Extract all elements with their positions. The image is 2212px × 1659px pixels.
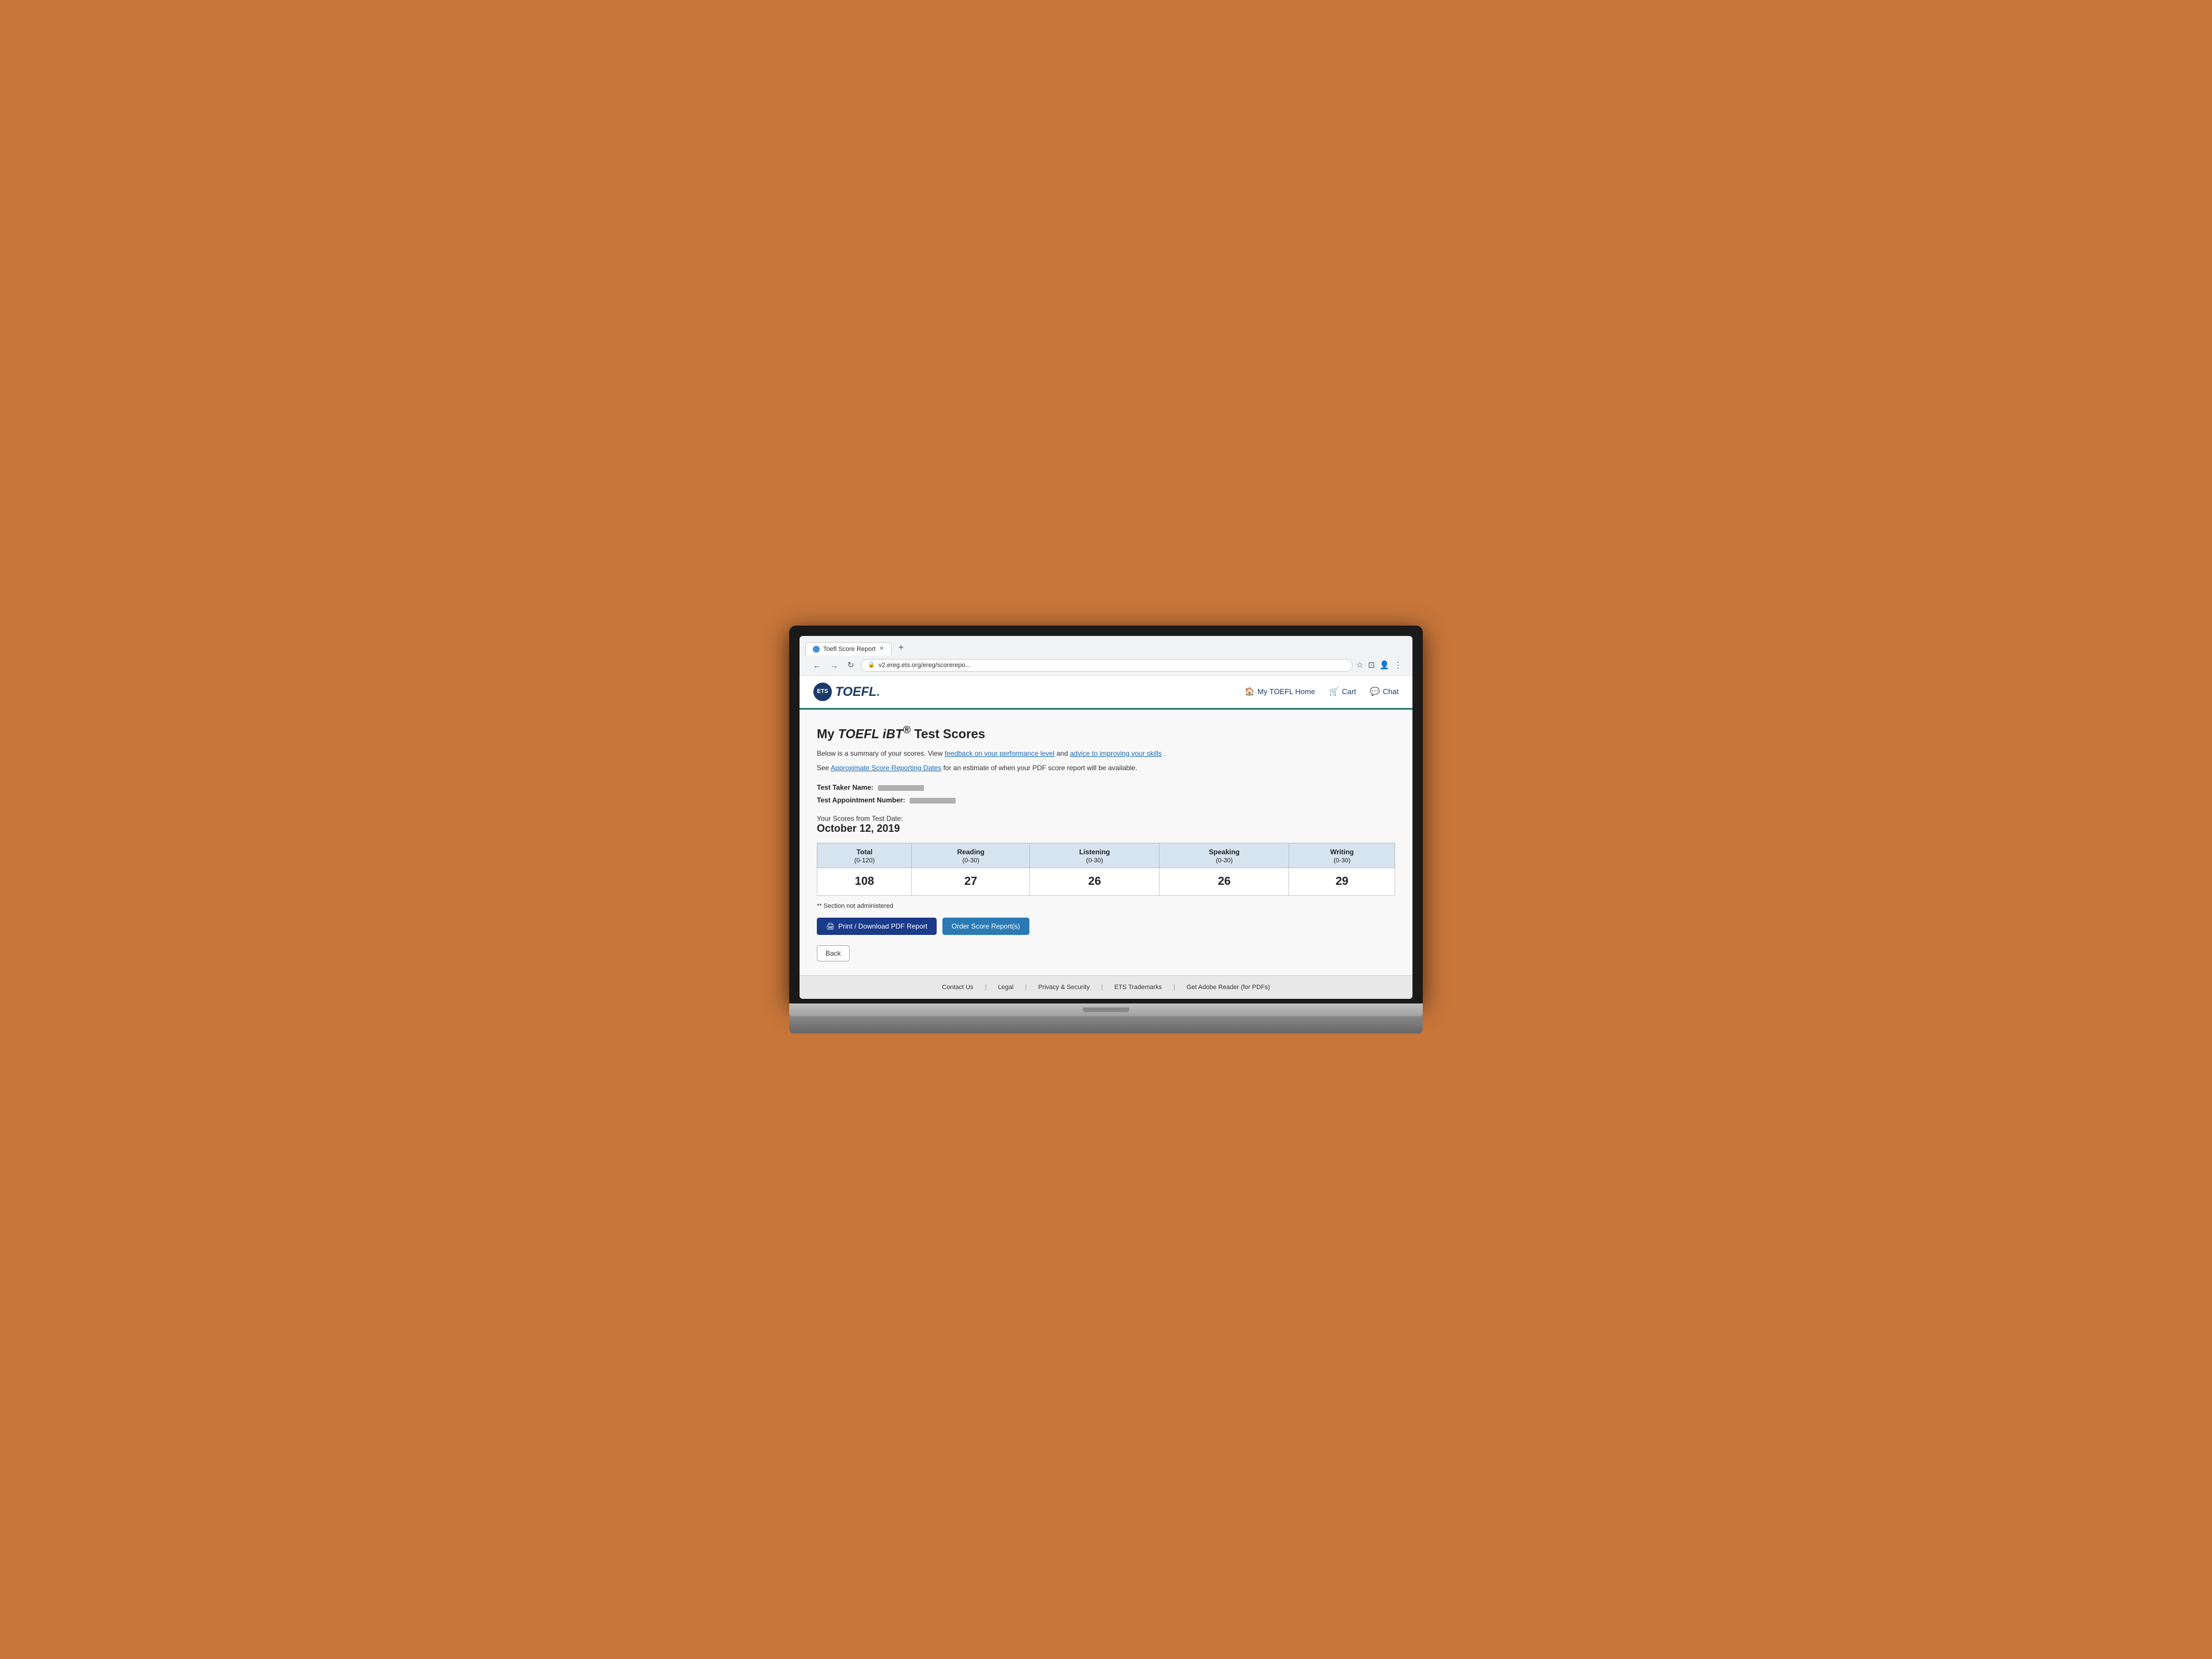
tab-favicon <box>813 646 820 653</box>
score-speaking: 26 <box>1160 868 1289 896</box>
chat-icon: 💬 <box>1370 687 1380 696</box>
score-reporting-dates-link[interactable]: Approximate Score Reporting Dates <box>831 764 941 772</box>
browser-chrome: Toefl Score Report ✕ + ← → ↻ 🔒 v2.ereg.e… <box>800 636 1412 676</box>
print-icon: 🖨 <box>826 922 835 930</box>
test-date-value: October 12, 2019 <box>817 823 1395 835</box>
ets-logo: ETS TOEFL. <box>813 683 880 701</box>
laptop-notch <box>1083 1007 1129 1012</box>
url-text: v2.ereg.ets.org/ereg/scorerepo... <box>878 662 971 669</box>
cart-icon: 🛒 <box>1329 687 1339 696</box>
score-row: 108 27 26 26 29 <box>817 868 1395 896</box>
lock-icon: 🔒 <box>868 662 875 668</box>
footer-ets-trademarks[interactable]: ETS Trademarks <box>1114 984 1162 991</box>
score-listening: 26 <box>1030 868 1160 896</box>
browser-toolbar: ← → ↻ 🔒 v2.ereg.ets.org/ereg/scorerepo..… <box>805 656 1407 675</box>
ets-badge: ETS <box>813 683 832 701</box>
forward-button[interactable]: → <box>827 660 841 671</box>
feedback-link[interactable]: feedback on your performance level <box>945 749 1055 757</box>
test-date-label: Your Scores from Test Date: <box>817 815 1395 823</box>
site-nav: 🏠 My TOEFL Home 🛒 Cart 💬 Chat <box>1244 687 1399 696</box>
main-content: My TOEFL iBT® Test Scores Below is a sum… <box>800 710 1412 976</box>
footer-privacy-security[interactable]: Privacy & Security <box>1038 984 1089 991</box>
advice-link[interactable]: advice to improving your skills <box>1070 749 1161 757</box>
score-reading: 27 <box>912 868 1030 896</box>
toefl-logo-text: TOEFL. <box>835 684 880 699</box>
tab-title: Toefl Score Report <box>823 646 876 653</box>
test-taker-value <box>878 785 924 791</box>
new-tab-button[interactable]: + <box>894 641 908 656</box>
appointment-value <box>910 798 956 804</box>
description-1: Below is a summary of your scores. View … <box>817 748 1395 759</box>
back-button[interactable]: ← <box>810 660 824 671</box>
action-buttons: 🖨 Print / Download PDF Report Order Scor… <box>817 918 1395 935</box>
footer-adobe-reader[interactable]: Get Adobe Reader (for PDFs) <box>1187 984 1270 991</box>
print-download-button[interactable]: 🖨 Print / Download PDF Report <box>817 918 937 935</box>
nav-chat-label: Chat <box>1383 687 1399 696</box>
address-bar[interactable]: 🔒 v2.ereg.ets.org/ereg/scorerepo... <box>861 659 1353 672</box>
back-button[interactable]: Back <box>817 945 850 961</box>
col-listening: Listening (0-30) <box>1030 843 1160 868</box>
nav-my-toefl-home[interactable]: 🏠 My TOEFL Home <box>1244 687 1315 696</box>
scores-table: Total (0-120) Reading (0-30) Listening (… <box>817 843 1395 896</box>
col-speaking: Speaking (0-30) <box>1160 843 1289 868</box>
score-total: 108 <box>817 868 912 896</box>
extensions-icon[interactable]: ⊡ <box>1368 660 1375 670</box>
tab-close-button[interactable]: ✕ <box>879 646 884 652</box>
col-total: Total (0-120) <box>817 843 912 868</box>
nav-chat[interactable]: 💬 Chat <box>1370 687 1399 696</box>
refresh-button[interactable]: ↻ <box>844 659 857 671</box>
test-taker-name: Test Taker Name: <box>817 782 1395 794</box>
browser-tabs: Toefl Score Report ✕ + <box>805 641 1407 656</box>
site-header: ETS TOEFL. 🏠 My TOEFL Home 🛒 Cart <box>800 676 1412 710</box>
browser-window: Toefl Score Report ✕ + ← → ↻ 🔒 v2.ereg.e… <box>800 636 1412 999</box>
col-writing: Writing (0-30) <box>1289 843 1395 868</box>
test-appointment-number: Test Appointment Number: <box>817 794 1395 807</box>
page-title: My TOEFL iBT® Test Scores <box>817 724 1395 741</box>
active-tab[interactable]: Toefl Score Report ✕ <box>805 642 892 656</box>
home-icon: 🏠 <box>1244 687 1254 696</box>
bookmark-icon[interactable]: ☆ <box>1356 660 1363 670</box>
score-writing: 29 <box>1289 868 1395 896</box>
description-2: See Approximate Score Reporting Dates fo… <box>817 763 1395 774</box>
profile-icon[interactable]: 👤 <box>1380 660 1389 670</box>
order-score-report-button[interactable]: Order Score Report(s) <box>942 918 1029 935</box>
page-footer: Contact Us | Legal | Privacy & Security … <box>800 975 1412 999</box>
section-note: ** Section not administered <box>817 903 1395 910</box>
laptop-keyboard <box>789 1016 1423 1033</box>
nav-my-toefl-home-label: My TOEFL Home <box>1257 687 1315 696</box>
nav-cart[interactable]: 🛒 Cart <box>1329 687 1356 696</box>
nav-cart-label: Cart <box>1342 687 1357 696</box>
footer-legal[interactable]: Legal <box>998 984 1014 991</box>
test-info: Test Taker Name: Test Appointment Number… <box>817 782 1395 806</box>
col-reading: Reading (0-30) <box>912 843 1030 868</box>
laptop-base <box>789 1003 1423 1016</box>
menu-icon[interactable]: ⋮ <box>1394 660 1402 670</box>
page-content: ETS TOEFL. 🏠 My TOEFL Home 🛒 Cart <box>800 676 1412 999</box>
browser-toolbar-icons: ☆ ⊡ 👤 ⋮ <box>1356 660 1402 670</box>
footer-contact-us[interactable]: Contact Us <box>942 984 973 991</box>
